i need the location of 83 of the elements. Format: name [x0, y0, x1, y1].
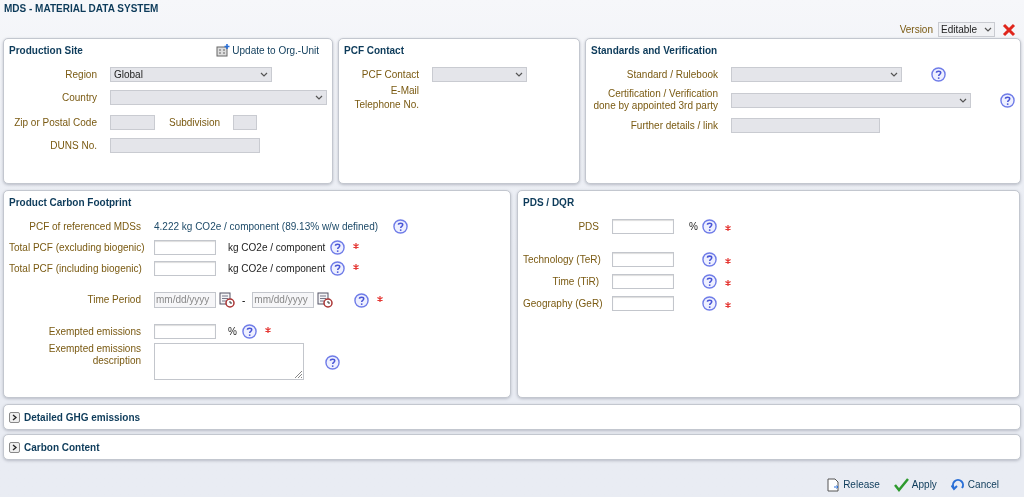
field-label: Time (TiR)	[551, 275, 599, 288]
chevron-right-icon[interactable]	[9, 411, 20, 423]
input-field[interactable]	[731, 118, 880, 133]
input-field[interactable]	[233, 115, 258, 130]
help-icon[interactable]	[702, 274, 717, 289]
calendar-icon[interactable]	[219, 292, 235, 308]
input-field[interactable]	[154, 261, 216, 276]
panel-title: PCF Contact	[344, 43, 404, 58]
field-label: Further details / link	[629, 119, 718, 132]
input-field[interactable]	[110, 115, 155, 130]
unit-label: %	[689, 220, 698, 234]
chevron-down-icon	[890, 72, 898, 77]
panel-title: Product Carbon Footprint	[9, 195, 132, 210]
field-label: PCF Contact	[360, 68, 419, 81]
building-icon	[216, 43, 231, 57]
field-label: Exempted emissions	[47, 325, 141, 338]
field-label: PCF of referenced MDSs	[28, 220, 141, 233]
help-icon[interactable]	[330, 240, 346, 255]
section-title: Detailed GHG emissions	[24, 410, 141, 425]
resize-grip-icon[interactable]	[293, 369, 303, 379]
unit-label: %	[228, 325, 237, 339]
calendar-icon[interactable]	[317, 292, 334, 308]
update-org-unit-button[interactable]: Update to Org.-Unit	[216, 42, 319, 58]
input-field[interactable]	[154, 240, 216, 255]
field-label: Technology (TeR)	[523, 253, 599, 266]
help-icon[interactable]	[931, 67, 946, 82]
close-icon[interactable]	[1002, 22, 1016, 37]
field-label: Region	[64, 68, 97, 81]
document-icon	[827, 477, 841, 492]
input-field[interactable]	[154, 324, 216, 339]
chevron-right-icon[interactable]	[9, 441, 20, 453]
chevron-down-icon	[959, 97, 967, 103]
input-field[interactable]	[612, 252, 674, 267]
date-field[interactable]: mm/dd/yyyy	[252, 292, 315, 308]
input-field[interactable]	[612, 296, 674, 311]
help-icon[interactable]	[325, 355, 340, 370]
chevron-down-icon	[260, 72, 268, 77]
help-icon[interactable]	[330, 261, 346, 276]
pcf-value: 4.222 kg CO2e / component (89.13% w/w defined)	[154, 220, 379, 234]
field-label: Country	[61, 91, 97, 104]
field-label: Subdivision	[169, 116, 221, 130]
section-title: Carbon Content	[24, 440, 100, 455]
field-label: Exempted emissions description	[47, 343, 141, 367]
chevron-down-icon	[315, 95, 323, 100]
panel-title: PDS / DQR	[523, 195, 575, 210]
chevron-down-icon	[984, 27, 992, 32]
field-label: Standard / Rulebook	[625, 68, 718, 81]
input-field[interactable]	[612, 274, 674, 289]
apply-button[interactable]: Apply	[893, 477, 937, 492]
field-label: Certification / Verification done by appointed 3rd party	[592, 88, 718, 112]
help-icon[interactable]	[1000, 92, 1015, 108]
range-separator: -	[242, 293, 246, 308]
help-icon[interactable]	[702, 296, 717, 311]
collapsible-section[interactable]: Detailed GHG emissions	[3, 404, 1021, 430]
chevron-down-icon	[515, 72, 523, 77]
field-label: E-Mail	[389, 85, 419, 97]
help-icon[interactable]	[354, 292, 370, 308]
checkmark-icon	[893, 477, 909, 492]
panel-title: Production Site	[9, 43, 83, 58]
unit-label: kg CO2e / component	[228, 262, 326, 276]
input-field[interactable]	[110, 138, 260, 153]
field-label: Total PCF (including biogenic)	[9, 262, 141, 275]
undo-icon	[950, 478, 965, 491]
help-icon[interactable]	[393, 219, 409, 234]
help-icon[interactable]	[702, 219, 717, 234]
field-label: PDS	[577, 220, 599, 233]
unit-label: kg CO2e / component	[228, 241, 326, 255]
help-icon[interactable]	[241, 324, 257, 339]
page-title: MDS - MATERIAL DATA SYSTEM	[4, 2, 160, 16]
help-icon[interactable]	[702, 252, 717, 267]
version-label: Version	[899, 23, 933, 37]
field-label: DUNS No.	[49, 139, 97, 152]
version-dropdown[interactable]: Editable	[938, 22, 995, 37]
field-label: Telephone No.	[353, 99, 419, 111]
dropdown[interactable]: Global	[110, 67, 272, 82]
field-label: Time Period	[86, 294, 141, 306]
panel-title: Standards and Verification	[591, 43, 718, 58]
field-label: Zip or Postal Code	[13, 116, 97, 129]
collapsible-section[interactable]: Carbon Content	[3, 434, 1021, 460]
release-button[interactable]: Release	[827, 477, 880, 492]
description-field[interactable]	[154, 343, 304, 380]
input-field[interactable]	[612, 219, 674, 234]
cancel-button[interactable]: Cancel	[950, 477, 999, 492]
